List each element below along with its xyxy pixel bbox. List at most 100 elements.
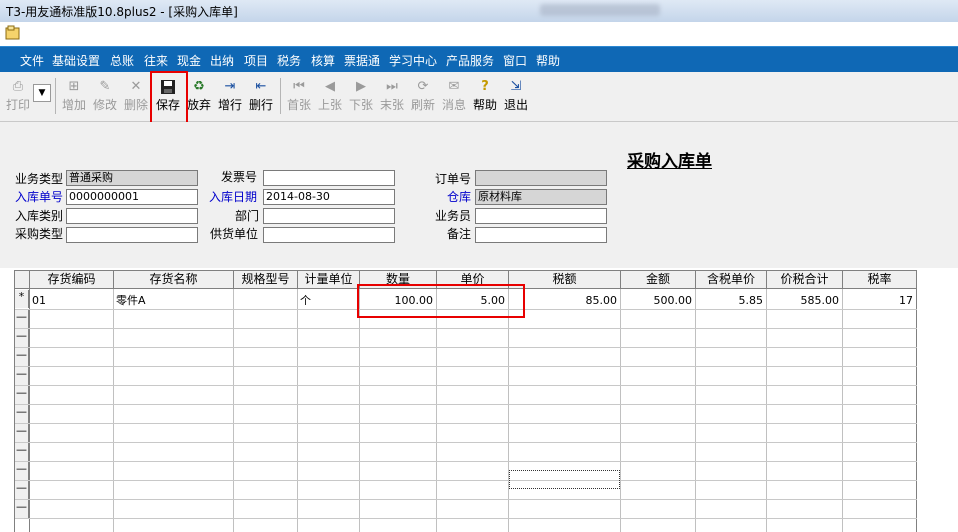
row-marker[interactable]: — xyxy=(15,443,29,461)
cell-total[interactable]: 585.00 xyxy=(767,292,840,309)
cell-amount[interactable]: 500.00 xyxy=(621,292,693,309)
grid-line xyxy=(916,271,917,532)
previous-record-button[interactable]: ◀ 上张 xyxy=(316,76,344,116)
delete-button[interactable]: ✕ 删除 xyxy=(122,76,150,116)
grid-line xyxy=(113,271,114,532)
column-header-tax-rate[interactable]: 税率 xyxy=(843,271,917,288)
column-header-item-code[interactable]: 存货编码 xyxy=(30,271,114,288)
document-title: 采购入库单 xyxy=(627,152,712,172)
cell-tax[interactable]: 85.00 xyxy=(509,292,618,309)
menu-cash[interactable]: 现金 xyxy=(177,52,201,69)
row-marker[interactable]: — xyxy=(15,367,29,385)
blurred-region xyxy=(540,4,660,16)
department-label: 部门 xyxy=(235,209,260,223)
warehouse-field[interactable]: 原材料库 xyxy=(475,189,607,205)
menu-products[interactable]: 产品服务 xyxy=(446,52,494,69)
help-button[interactable]: ? 帮助 xyxy=(471,76,499,116)
message-button[interactable]: ✉ 消息 xyxy=(440,76,468,116)
highlight-qty-price-box xyxy=(357,284,525,318)
recycle-bin-icon: ♻ xyxy=(193,79,205,94)
grid-line xyxy=(842,271,843,532)
receipt-category-field[interactable] xyxy=(66,208,198,224)
menu-basic-settings[interactable]: 基础设置 xyxy=(52,52,100,69)
menu-bills[interactable]: 票据通 xyxy=(344,52,380,69)
department-field[interactable] xyxy=(263,208,395,224)
modify-button[interactable]: ✎ 修改 xyxy=(91,76,119,116)
app-folder-icon[interactable] xyxy=(5,25,21,41)
next-icon: ▶ xyxy=(356,79,366,94)
discard-button[interactable]: ♻ 放弃 xyxy=(185,76,213,116)
first-record-button[interactable]: ⏮ 首张 xyxy=(285,76,313,116)
focused-cell[interactable] xyxy=(509,470,620,489)
salesperson-field[interactable] xyxy=(475,208,607,224)
row-marker[interactable]: — xyxy=(15,386,29,404)
refresh-button[interactable]: ⟳ 刷新 xyxy=(409,76,437,116)
grid-line xyxy=(297,271,298,532)
row-marker[interactable]: — xyxy=(15,348,29,366)
menu-bar: 文件 基础设置 总账 往来 现金 出纳 项目 税务 核算 票据通 学习中心 产品… xyxy=(0,46,958,73)
business-type-field[interactable]: 普通采购 xyxy=(66,170,198,186)
add-row-button[interactable]: ⇥ 增行 xyxy=(216,76,244,116)
print-dropdown-button[interactable]: ▼ xyxy=(33,84,51,102)
menu-help[interactable]: 帮助 xyxy=(536,52,560,69)
menu-general-ledger[interactable]: 总账 xyxy=(110,52,134,69)
menu-accounting[interactable]: 核算 xyxy=(311,52,335,69)
row-marker[interactable]: — xyxy=(15,481,29,499)
grid-line xyxy=(15,347,917,348)
menu-cashier[interactable]: 出纳 xyxy=(210,52,234,69)
menu-tax[interactable]: 税务 xyxy=(277,52,301,69)
toolbar-separator xyxy=(280,78,281,114)
menu-learning-center[interactable]: 学习中心 xyxy=(389,52,437,69)
menu-project[interactable]: 项目 xyxy=(244,52,268,69)
supplier-field[interactable] xyxy=(263,227,395,243)
column-header-spec[interactable]: 规格型号 xyxy=(234,271,298,288)
order-no-label: 订单号 xyxy=(435,172,472,186)
supplier-label: 供货单位 xyxy=(210,227,259,241)
app-icon-row xyxy=(0,22,958,46)
cell-item-code[interactable]: 01 xyxy=(32,292,110,309)
next-record-button[interactable]: ▶ 下张 xyxy=(347,76,375,116)
row-marker[interactable]: — xyxy=(15,329,29,347)
print-button[interactable]: ⎙ 打印 xyxy=(4,76,32,116)
grid-line xyxy=(15,385,917,386)
window-title-bar: T3-用友通标准版10.8plus2 - [采购入库单] xyxy=(0,0,958,23)
row-marker[interactable]: — xyxy=(15,424,29,442)
receipt-date-field[interactable]: 2014-08-30 xyxy=(263,189,395,205)
menu-window[interactable]: 窗口 xyxy=(503,52,527,69)
toolbar-separator xyxy=(55,78,56,114)
cell-tax-incl-price[interactable]: 5.85 xyxy=(696,292,764,309)
cell-item-name[interactable]: 零件A xyxy=(116,292,230,309)
cell-tax-rate[interactable]: 17 xyxy=(843,292,913,309)
delete-row-button[interactable]: ⇤ 删行 xyxy=(247,76,275,116)
receipt-category-label: 入库类别 xyxy=(15,209,64,223)
add-button[interactable]: ⊞ 增加 xyxy=(60,76,88,116)
cell-unit[interactable]: 个 xyxy=(300,292,356,309)
cell-spec[interactable] xyxy=(236,292,294,309)
menu-receivables[interactable]: 往来 xyxy=(144,52,168,69)
business-type-label: 业务类型 xyxy=(15,172,64,186)
remark-field[interactable] xyxy=(475,227,607,243)
grid-line xyxy=(15,480,917,481)
column-header-item-name[interactable]: 存货名称 xyxy=(114,271,234,288)
receipt-no-field[interactable]: 0000000001 xyxy=(66,189,198,205)
printer-icon: ⎙ xyxy=(12,79,24,94)
column-header-tax[interactable]: 税额 xyxy=(509,271,621,288)
grid-line xyxy=(15,518,917,519)
row-marker[interactable]: — xyxy=(15,462,29,480)
receipt-no-label: 入库单号 xyxy=(15,190,64,204)
invoice-no-field[interactable] xyxy=(263,170,395,186)
last-record-button[interactable]: ⏭ 末张 xyxy=(378,76,406,116)
purchase-type-field[interactable] xyxy=(66,227,198,243)
exit-button[interactable]: ⇲ 退出 xyxy=(502,76,530,116)
column-header-amount[interactable]: 金额 xyxy=(621,271,696,288)
delete-x-icon: ✕ xyxy=(130,79,142,94)
column-header-unit[interactable]: 计量单位 xyxy=(298,271,360,288)
column-header-total[interactable]: 价税合计 xyxy=(767,271,843,288)
row-marker[interactable]: — xyxy=(15,310,29,328)
menu-file[interactable]: 文件 xyxy=(20,52,44,69)
order-no-field[interactable] xyxy=(475,170,607,186)
row-marker-current[interactable]: * xyxy=(15,290,29,308)
column-header-tax-incl-price[interactable]: 含税单价 xyxy=(696,271,767,288)
row-marker[interactable]: — xyxy=(15,405,29,423)
row-marker[interactable]: — xyxy=(15,500,29,518)
